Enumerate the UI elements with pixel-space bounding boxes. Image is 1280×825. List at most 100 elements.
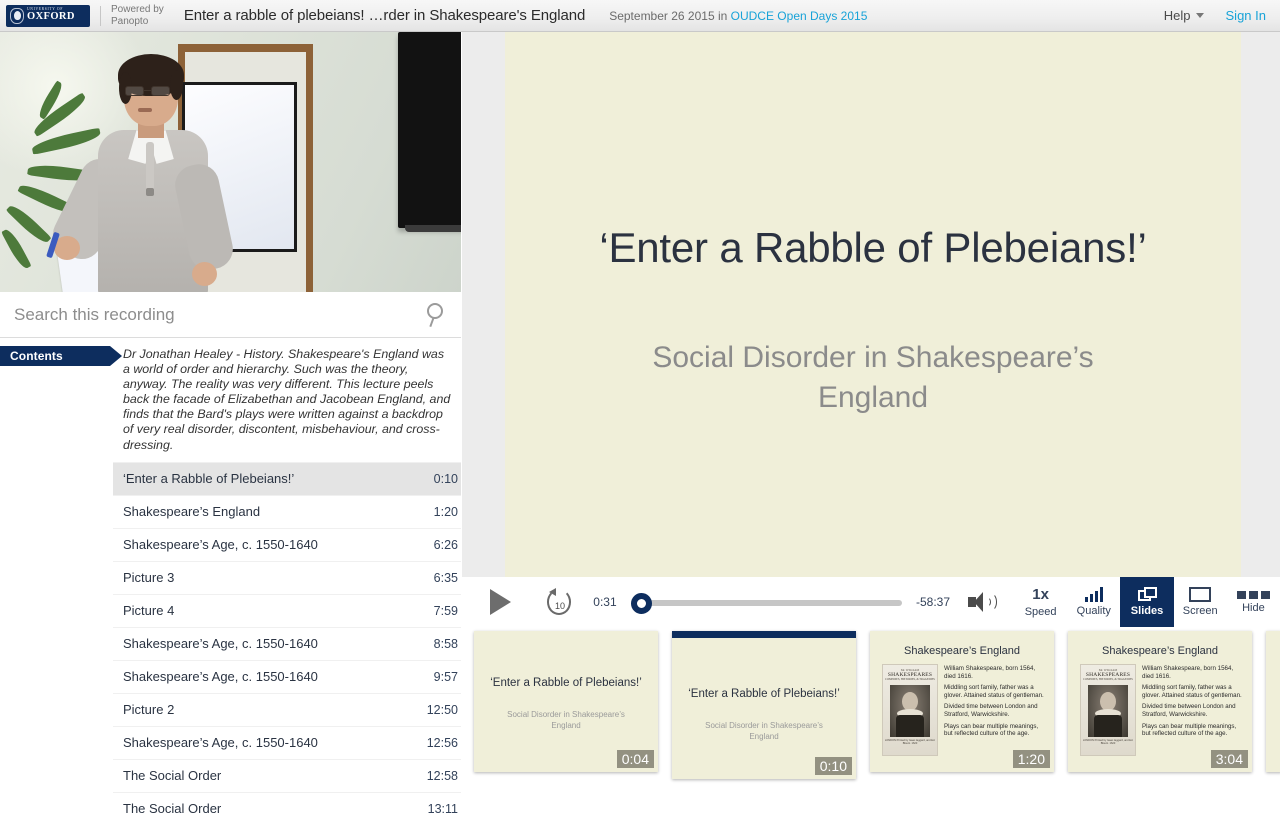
toc-row-time: 6:26 [434, 538, 458, 552]
play-button[interactable] [490, 589, 511, 615]
toc-row-label: Shakespeare’s Age, c. 1550-1640 [123, 537, 318, 552]
current-slide: ‘Enter a Rabble of Plebeians!’ Social Di… [505, 32, 1241, 577]
wall-tv [398, 32, 461, 228]
logo-main-text: OXFORD [27, 12, 75, 23]
toc-row[interactable]: Picture 36:35 [113, 561, 461, 594]
remaining-time: -58:37 [916, 595, 950, 609]
toc-row-label: The Social Order [123, 801, 221, 816]
search-bar[interactable] [0, 292, 461, 338]
contents-tab-pointer [110, 346, 122, 366]
toc-row[interactable]: The Social Order 12:58 [113, 759, 461, 792]
slide-thumbnail[interactable]: Shakespeare’s EnglandMr. WILLIAMSHAKESPE… [870, 631, 1054, 772]
slide-thumbnail[interactable]: ‘Enter a Rabble of Plebeians!’Social Dis… [474, 631, 658, 772]
folio-footer: LONDON Printed by Isaac Iaggard, and Ed.… [1081, 739, 1135, 746]
folio-line3: COMEDIES, HISTORIES, & TRAGEDIES [885, 678, 935, 682]
toc-row-label: ‘Enter a Rabble of Plebeians!’ [123, 471, 294, 486]
thumbnail-bullet: William Shakespeare, born 1564, died 161… [1142, 665, 1246, 680]
toc-row[interactable]: Shakespeare’s Age, c. 1550-1640 9:57 [113, 660, 461, 693]
help-menu-button[interactable]: Help [1164, 8, 1204, 23]
table-of-contents-list[interactable]: ‘Enter a Rabble of Plebeians!’ 0:10 Shakes… [113, 462, 461, 825]
thumbnail-bullet: Plays can bear multiple meanings, but re… [944, 723, 1048, 738]
toc-row[interactable]: ‘Enter a Rabble of Plebeians!’ 0:10 [113, 462, 461, 495]
toc-row[interactable]: Picture 47:59 [113, 594, 461, 627]
toc-row[interactable]: Picture 212:50 [113, 693, 461, 726]
rewind-10-button[interactable]: 10 [547, 589, 571, 615]
slide-thumbnail[interactable]: Shakespeare’s England Mr. WILLIAMSHAKESPE… [1068, 631, 1252, 772]
oxford-crest-icon [10, 8, 24, 24]
speed-label: Speed [1025, 606, 1057, 618]
toc-row-label: Picture 4 [123, 603, 174, 618]
volume-icon[interactable] [968, 591, 996, 613]
toc-row-time: 12:58 [427, 769, 458, 783]
slide-subtitle: Social Disorder in Shakespeare’s England [613, 338, 1133, 418]
slide-title: ‘Enter a Rabble of Plebeians!’ [599, 224, 1146, 272]
toc-row[interactable]: Shakespeare’s England1:20 [113, 495, 461, 528]
help-label: Help [1164, 8, 1191, 23]
seek-track[interactable] [639, 600, 902, 606]
toc-row[interactable]: Shakespeare’s Age, c. 1550-16408:58 [113, 627, 461, 660]
slide-thumbnail[interactable] [1266, 631, 1280, 772]
search-icon[interactable] [425, 303, 447, 327]
screen-button[interactable]: Screen [1174, 577, 1227, 627]
thumbnail-body: William Shakespeare, born 1564, died 161… [1142, 665, 1246, 742]
thumbnail-bullet: Plays can bear multiple meanings, but re… [1142, 723, 1246, 738]
recording-title: Enter a rabble of plebeians! …rder in Sh… [184, 7, 585, 24]
screen-label: Screen [1183, 605, 1218, 617]
toc-row-time: 12:56 [427, 736, 458, 750]
player-controls: 10 0:31 -58:37 1x Speed Quality Slides S… [462, 577, 1280, 627]
toc-row[interactable]: Shakespeare’s Age, c. 1550-164012:56 [113, 726, 461, 759]
slide-thumbnail-strip[interactable]: ‘Enter a Rabble of Plebeians!’Social Dis… [462, 627, 1280, 800]
quality-button[interactable]: Quality [1067, 577, 1120, 627]
thumbnail-bullet: William Shakespeare, born 1564, died 161… [944, 665, 1048, 680]
tab-contents[interactable]: Contents [0, 346, 110, 366]
toc-row-label: The Social Order [123, 768, 221, 783]
thumbnail-time: 0:10 [815, 757, 852, 775]
left-panel: Contents Dr Jonathan Healey - History. S… [0, 32, 461, 800]
thumbnail-bullet: Divided time between London and Stratfor… [944, 703, 1048, 718]
folder-link[interactable]: OUDCE Open Days 2015 [731, 9, 868, 23]
sign-in-button[interactable]: Sign In [1226, 8, 1266, 23]
powered-by-line2: Panopto [111, 16, 164, 28]
toc-row-label: Shakespeare’s England [123, 504, 260, 519]
slide-viewer[interactable]: ‘Enter a Rabble of Plebeians!’ Social Di… [462, 32, 1280, 577]
signal-bars-icon [1085, 587, 1103, 602]
slide-thumbnail[interactable]: ‘Enter a Rabble of Plebeians!’Social Dis… [672, 631, 856, 779]
slides-button[interactable]: Slides [1120, 577, 1173, 627]
toc-row[interactable]: The Social Order 13:11 [113, 792, 461, 825]
shakespeare-portrait [1088, 685, 1128, 737]
powered-by-panopto: Powered by Panopto [111, 4, 164, 27]
divider [100, 6, 101, 26]
rewind-seconds-label: 10 [547, 589, 573, 615]
hide-button[interactable]: Hide [1227, 577, 1280, 627]
powered-by-line1: Powered by [111, 4, 164, 16]
toc-row-time: 13:11 [428, 802, 458, 816]
thumbnail-time: 3:04 [1211, 750, 1248, 768]
thumbnail-time: 0:04 [617, 750, 654, 768]
seek-handle[interactable] [631, 593, 652, 614]
seek-bar[interactable] [627, 589, 902, 615]
speed-value: 1x [1032, 586, 1049, 603]
toc-row-time: 9:57 [434, 670, 458, 684]
thumbnail-bullet: Middling sort family, father was a glove… [1142, 684, 1246, 699]
speed-button[interactable]: 1x Speed [1014, 577, 1067, 627]
toc-row-label: Picture 2 [123, 702, 174, 717]
lecturer [88, 46, 248, 292]
thumbnail-title: Shakespeare’s England [1068, 645, 1252, 657]
contents-section: Contents Dr Jonathan Healey - History. S… [0, 338, 461, 825]
speaker-video[interactable] [0, 32, 461, 292]
shakespeare-portrait [890, 685, 930, 737]
toc-row-label: Shakespeare’s Age, c. 1550-1640 [123, 669, 318, 684]
toc-row-time: 0:10 [434, 472, 458, 486]
top-bar-right: Help Sign In [1164, 8, 1280, 23]
search-input[interactable] [0, 305, 400, 325]
recording-date: September 26 2015 in [609, 9, 727, 23]
slides-label: Slides [1131, 605, 1163, 617]
toc-row[interactable]: Shakespeare’s Age, c. 1550-1640 6:26 [113, 528, 461, 561]
first-folio-image: Mr. WILLIAMSHAKESPEARESCOMEDIES, HISTORI… [882, 664, 938, 756]
thumbnail-subtitle: Social Disorder in Shakespeare’s England [694, 720, 834, 742]
chevron-down-icon [1196, 13, 1204, 18]
toc-row-time: 8:58 [434, 637, 458, 651]
first-folio-image: Mr. WILLIAMSHAKESPEARESCOMEDIES, HISTORI… [1080, 664, 1136, 756]
hide-label: Hide [1242, 602, 1265, 614]
quality-label: Quality [1077, 605, 1111, 617]
